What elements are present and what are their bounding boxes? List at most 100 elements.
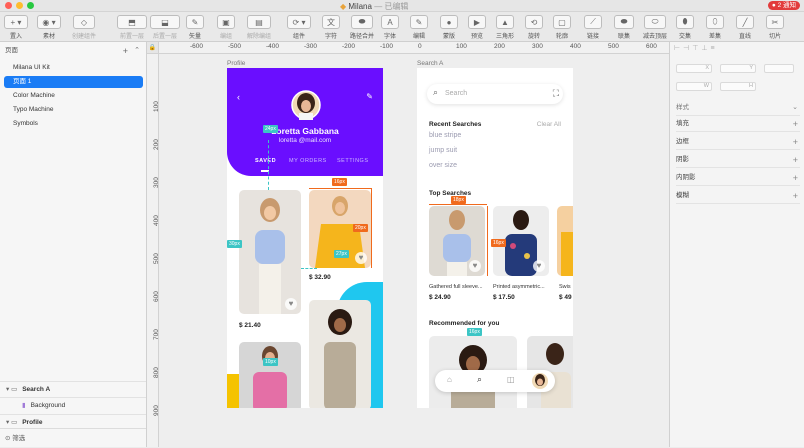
toolbar-button-7[interactable]: ▤ 解除编组 [247,15,271,40]
style-row[interactable]: 阴影 + [676,152,800,168]
layer-row[interactable]: ▾ ▭ Search A [0,381,146,397]
product-photo[interactable] [239,190,301,314]
favorite-heart-icon[interactable]: ♥ [533,260,545,272]
favorite-heart-icon[interactable]: ♥ [285,298,297,310]
minimize-window-button[interactable] [16,2,23,9]
toolbar-button-18[interactable]: ⟋ 链接 [584,15,602,40]
toolbar-button-11[interactable]: A 字体 [381,15,399,40]
toolbar-button-22[interactable]: ⬯ 差集 [706,15,724,40]
search-artboard-label[interactable]: Search A [417,60,443,67]
style-row[interactable]: 内阴影 + [676,170,800,186]
back-arrow-icon[interactable]: ‹ [237,92,240,102]
favorite-heart-icon[interactable]: ♥ [355,252,367,264]
toolbar-button-6[interactable]: ▣ 编组 [217,15,235,40]
zoom-window-button[interactable] [27,2,34,9]
toolbar-button-20[interactable]: ⬭ 减去顶层 [643,15,667,40]
scan-icon[interactable]: ⛶ [553,88,559,99]
profile-artboard[interactable]: ‹ ✎ Loretta Gabbana loretta @mail.com SA… [227,68,383,408]
page-item[interactable]: Typo Machine [4,104,143,116]
toolbar-button-19[interactable]: ⬬ 联集 [614,15,634,40]
align-left-icon[interactable]: ⊢ [674,45,683,52]
toolbar-button-12[interactable]: ✎ 编辑 [410,15,428,40]
toolbar-label: 字符 [324,34,337,40]
recent-search-item[interactable]: over size [429,162,457,169]
page-item[interactable]: Symbols [4,118,143,130]
toolbar-label: 蒙版 [442,34,455,40]
w-field[interactable]: W [676,82,712,91]
toolbar-button-15[interactable]: ▲ 三角形 [496,15,514,40]
toolbar-button-2[interactable]: ◇ 创建组件 [72,15,96,40]
align-right-icon[interactable]: ⊤ [692,45,701,52]
clear-all-link[interactable]: Clear All [537,121,561,128]
edit-icon[interactable]: ✎ [366,92,373,101]
recent-search-item[interactable]: jump suit [429,147,457,154]
toolbar-button-3[interactable]: ⬒ 前置一层 [117,15,147,40]
chevron-down-icon[interactable]: ⌄ [792,100,798,116]
y-field[interactable]: Y [720,64,756,73]
toolbar-button-5[interactable]: ✎ 矢量 [186,15,204,40]
toolbar-button-24[interactable]: ✂ 切片 [766,15,784,40]
style-row[interactable]: 边框 + [676,134,800,150]
distribute-icon[interactable]: ≡ [710,45,717,52]
style-row[interactable]: 模糊 + [676,188,800,204]
style-header: 样式 ⌄ [676,100,800,116]
toolbar-button-23[interactable]: ╱ 直线 [736,15,754,40]
profile-tab[interactable]: MY ORDERS [289,158,327,164]
toolbar-button-17[interactable]: ▢ 轮廓 [553,15,571,40]
search-bar[interactable]: ⌕ Search ⛶ [427,84,563,104]
toolbar-button-21[interactable]: ⬮ 交集 [676,15,694,40]
add-icon[interactable]: + [793,152,798,168]
add-icon[interactable]: + [793,116,798,132]
add-page-icon[interactable]: + [123,44,128,58]
measure-label: 16px [332,178,347,186]
add-icon[interactable]: + [793,170,798,186]
search-input[interactable]: Search [445,90,467,97]
recent-search-item[interactable]: blue stripe [429,132,461,139]
toolbar-icon: ● [440,15,458,29]
page-item[interactable]: Milana UI Kit [4,62,143,74]
h-field[interactable]: H [720,82,756,91]
product-photo[interactable] [309,300,371,408]
rotation-field[interactable] [764,64,794,73]
home-icon[interactable]: ⌂ [447,375,452,384]
document-status: 已编辑 [384,2,409,11]
toolbar-button-9[interactable]: 文字符 [322,15,340,40]
profile-tab[interactable]: SETTINGS [337,158,369,164]
notifications-badge[interactable]: ● 2 通知 [767,1,800,10]
measure-label: 16px [467,328,482,336]
product-price: $ 17.50 [493,294,515,301]
toolbar-icon: ⬒ [117,15,147,29]
profile-tab[interactable]: SAVED [255,158,276,164]
ruler-corner-lock-icon[interactable]: 🔒 [147,42,159,54]
toolbar-button-4[interactable]: ⬓ 后置一层 [150,15,180,40]
align-center-icon[interactable]: ⊣ [683,45,692,52]
search-artboard[interactable]: ⌕ Search ⛶ Recent Searches Clear All blu… [417,68,573,408]
profile-artboard-label[interactable]: Profile [227,60,245,67]
toolbar-button-0[interactable]: + ▾ 置入 [4,15,28,40]
toolbar-label: 字体 [383,34,396,40]
user-avatar[interactable] [531,372,549,390]
filter-bar[interactable]: ⊙ 筛选 [0,428,146,447]
x-field[interactable]: X [676,64,712,73]
add-icon[interactable]: + [793,188,798,204]
add-icon[interactable]: + [793,134,798,150]
favorite-heart-icon[interactable]: ♥ [469,260,481,272]
product-photo[interactable] [239,342,301,408]
search-nav-icon[interactable]: ⌕ [477,374,482,385]
toolbar-button-14[interactable]: ▶ 预览 [468,15,486,40]
toolbar-button-16[interactable]: ⟲ 旋转 [525,15,543,40]
style-row[interactable]: 填充 + [676,116,800,132]
page-item[interactable]: Color Machine [4,90,143,102]
bag-icon[interactable]: ◫ [507,375,515,384]
toolbar-button-10[interactable]: ⬬ 路径合并 [350,15,374,40]
layer-row[interactable]: ▮ Background [0,397,146,413]
top-search-photo[interactable] [557,206,573,276]
close-window-button[interactable] [5,2,12,9]
toolbar-button-1[interactable]: ◉ ▾ 素材 [37,15,61,40]
toolbar-button-13[interactable]: ● 蒙版 [440,15,458,40]
toolbar-button-8[interactable]: ⟳ ▾ 组件 [287,15,311,40]
collapse-pages-icon[interactable]: ⌃ [134,44,140,58]
canvas[interactable]: Profile Search A ‹ ✎ Loretta Gabbana lor… [159,54,669,447]
toolbar-label: 切片 [768,34,781,40]
page-item[interactable]: 页面 1 [4,76,143,88]
